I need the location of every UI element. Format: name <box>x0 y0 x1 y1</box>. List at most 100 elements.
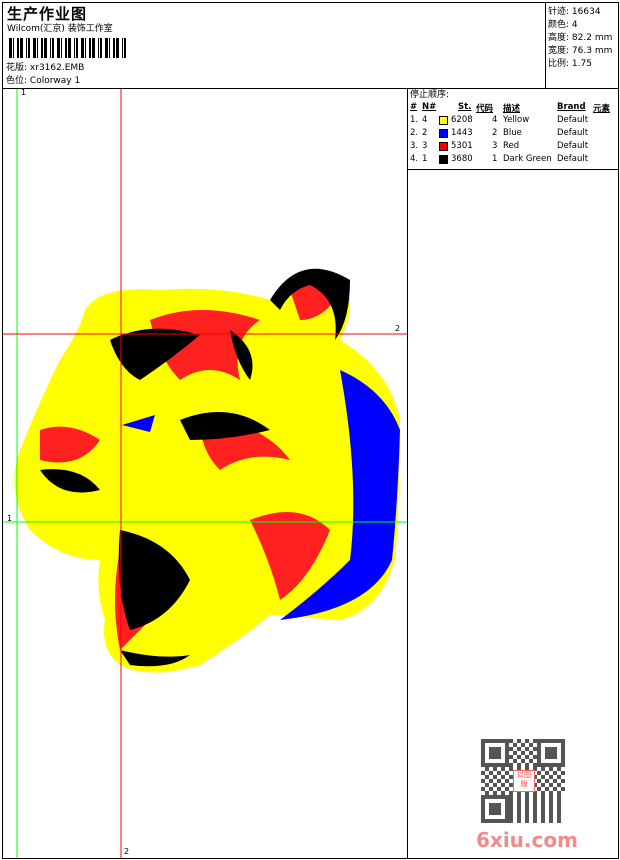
qr-module <box>497 787 501 791</box>
qr-module <box>505 807 509 811</box>
qr-module <box>553 787 557 791</box>
qr-module <box>489 751 493 755</box>
qr-module <box>537 759 541 763</box>
qr-module <box>489 763 493 767</box>
qr-module <box>533 747 537 751</box>
qr-module <box>505 751 509 755</box>
qr-module <box>541 739 545 743</box>
qr-module <box>549 791 553 795</box>
qr-module <box>485 767 489 771</box>
qr-module <box>481 739 485 743</box>
qr-module <box>533 799 537 803</box>
qr-module <box>489 747 493 751</box>
qr-module <box>561 747 565 751</box>
qr-module <box>529 759 533 763</box>
qr-module <box>549 795 553 799</box>
qr-module <box>489 807 493 811</box>
qr-module <box>497 819 501 823</box>
qr-module <box>509 811 513 815</box>
qr-module <box>517 755 521 759</box>
qr-module <box>497 755 501 759</box>
qr-module <box>545 747 549 751</box>
qr-module <box>525 795 529 799</box>
qr-module <box>489 811 493 815</box>
qr-module <box>561 787 565 791</box>
qr-module <box>545 787 549 791</box>
qr-module <box>541 811 545 815</box>
qr-module <box>517 819 521 823</box>
qr-module <box>545 751 549 755</box>
qr-module <box>541 763 545 767</box>
qr-module <box>525 755 529 759</box>
qr-module <box>517 811 521 815</box>
qr-module <box>505 755 509 759</box>
qr-module <box>541 803 545 807</box>
qr-module <box>505 803 509 807</box>
qr-module <box>505 795 509 799</box>
qr-module <box>549 763 553 767</box>
qr-module <box>481 803 485 807</box>
qr-module <box>489 803 493 807</box>
qr-module <box>497 751 501 755</box>
qr-module <box>549 755 553 759</box>
qr-module <box>485 739 489 743</box>
qr-module <box>481 819 485 823</box>
qr-module <box>505 811 509 815</box>
qr-module <box>545 755 549 759</box>
qr-module <box>561 771 565 775</box>
qr-module <box>493 747 497 751</box>
qr-module <box>485 775 489 779</box>
qr-module <box>481 807 485 811</box>
qr-module <box>553 755 557 759</box>
qr-module <box>497 747 501 751</box>
qr-module <box>509 755 513 759</box>
qr-module <box>493 751 497 755</box>
qr-module <box>529 751 533 755</box>
production-worksheet: 生产作业图 Wilcom(汇京) 装饰工作室 花版: xr3162.EMB 色位… <box>0 0 620 860</box>
qr-module <box>513 743 517 747</box>
qr-module <box>541 783 545 787</box>
qr-module <box>549 767 553 771</box>
qr-module <box>521 759 525 763</box>
qr-module <box>541 799 545 803</box>
qr-module <box>525 811 529 815</box>
qr-module <box>537 755 541 759</box>
qr-module <box>493 775 497 779</box>
qr-module <box>497 739 501 743</box>
qr-module <box>493 807 497 811</box>
qr-module <box>505 763 509 767</box>
qr-module <box>481 759 485 763</box>
qr-module <box>553 739 557 743</box>
qr-module <box>549 803 553 807</box>
qr-module <box>497 803 501 807</box>
qr-module <box>493 739 497 743</box>
qr-module <box>481 811 485 815</box>
qr-module <box>549 815 553 819</box>
qr-module <box>561 779 565 783</box>
qr-module <box>553 751 557 755</box>
qr-module <box>557 807 561 811</box>
qr-module <box>525 799 529 803</box>
qr-module <box>497 771 501 775</box>
qr-module <box>521 743 525 747</box>
qr-module <box>485 763 489 767</box>
qr-module <box>561 751 565 755</box>
qr-module <box>533 739 537 743</box>
qr-module <box>549 739 553 743</box>
qr-module <box>517 747 521 751</box>
qr-module <box>505 743 509 747</box>
qr-module <box>509 819 513 823</box>
qr-module <box>489 779 493 783</box>
qr-module <box>537 763 541 767</box>
qr-module <box>545 763 549 767</box>
qr-module <box>549 751 553 755</box>
qr-module <box>505 799 509 803</box>
qr-module <box>537 747 541 751</box>
qr-module <box>501 739 505 743</box>
qr-module <box>525 819 529 823</box>
qr-module <box>509 807 513 811</box>
qr-module <box>541 791 545 795</box>
qr-module <box>557 795 561 799</box>
qr-module <box>493 811 497 815</box>
qr-module <box>509 739 513 743</box>
